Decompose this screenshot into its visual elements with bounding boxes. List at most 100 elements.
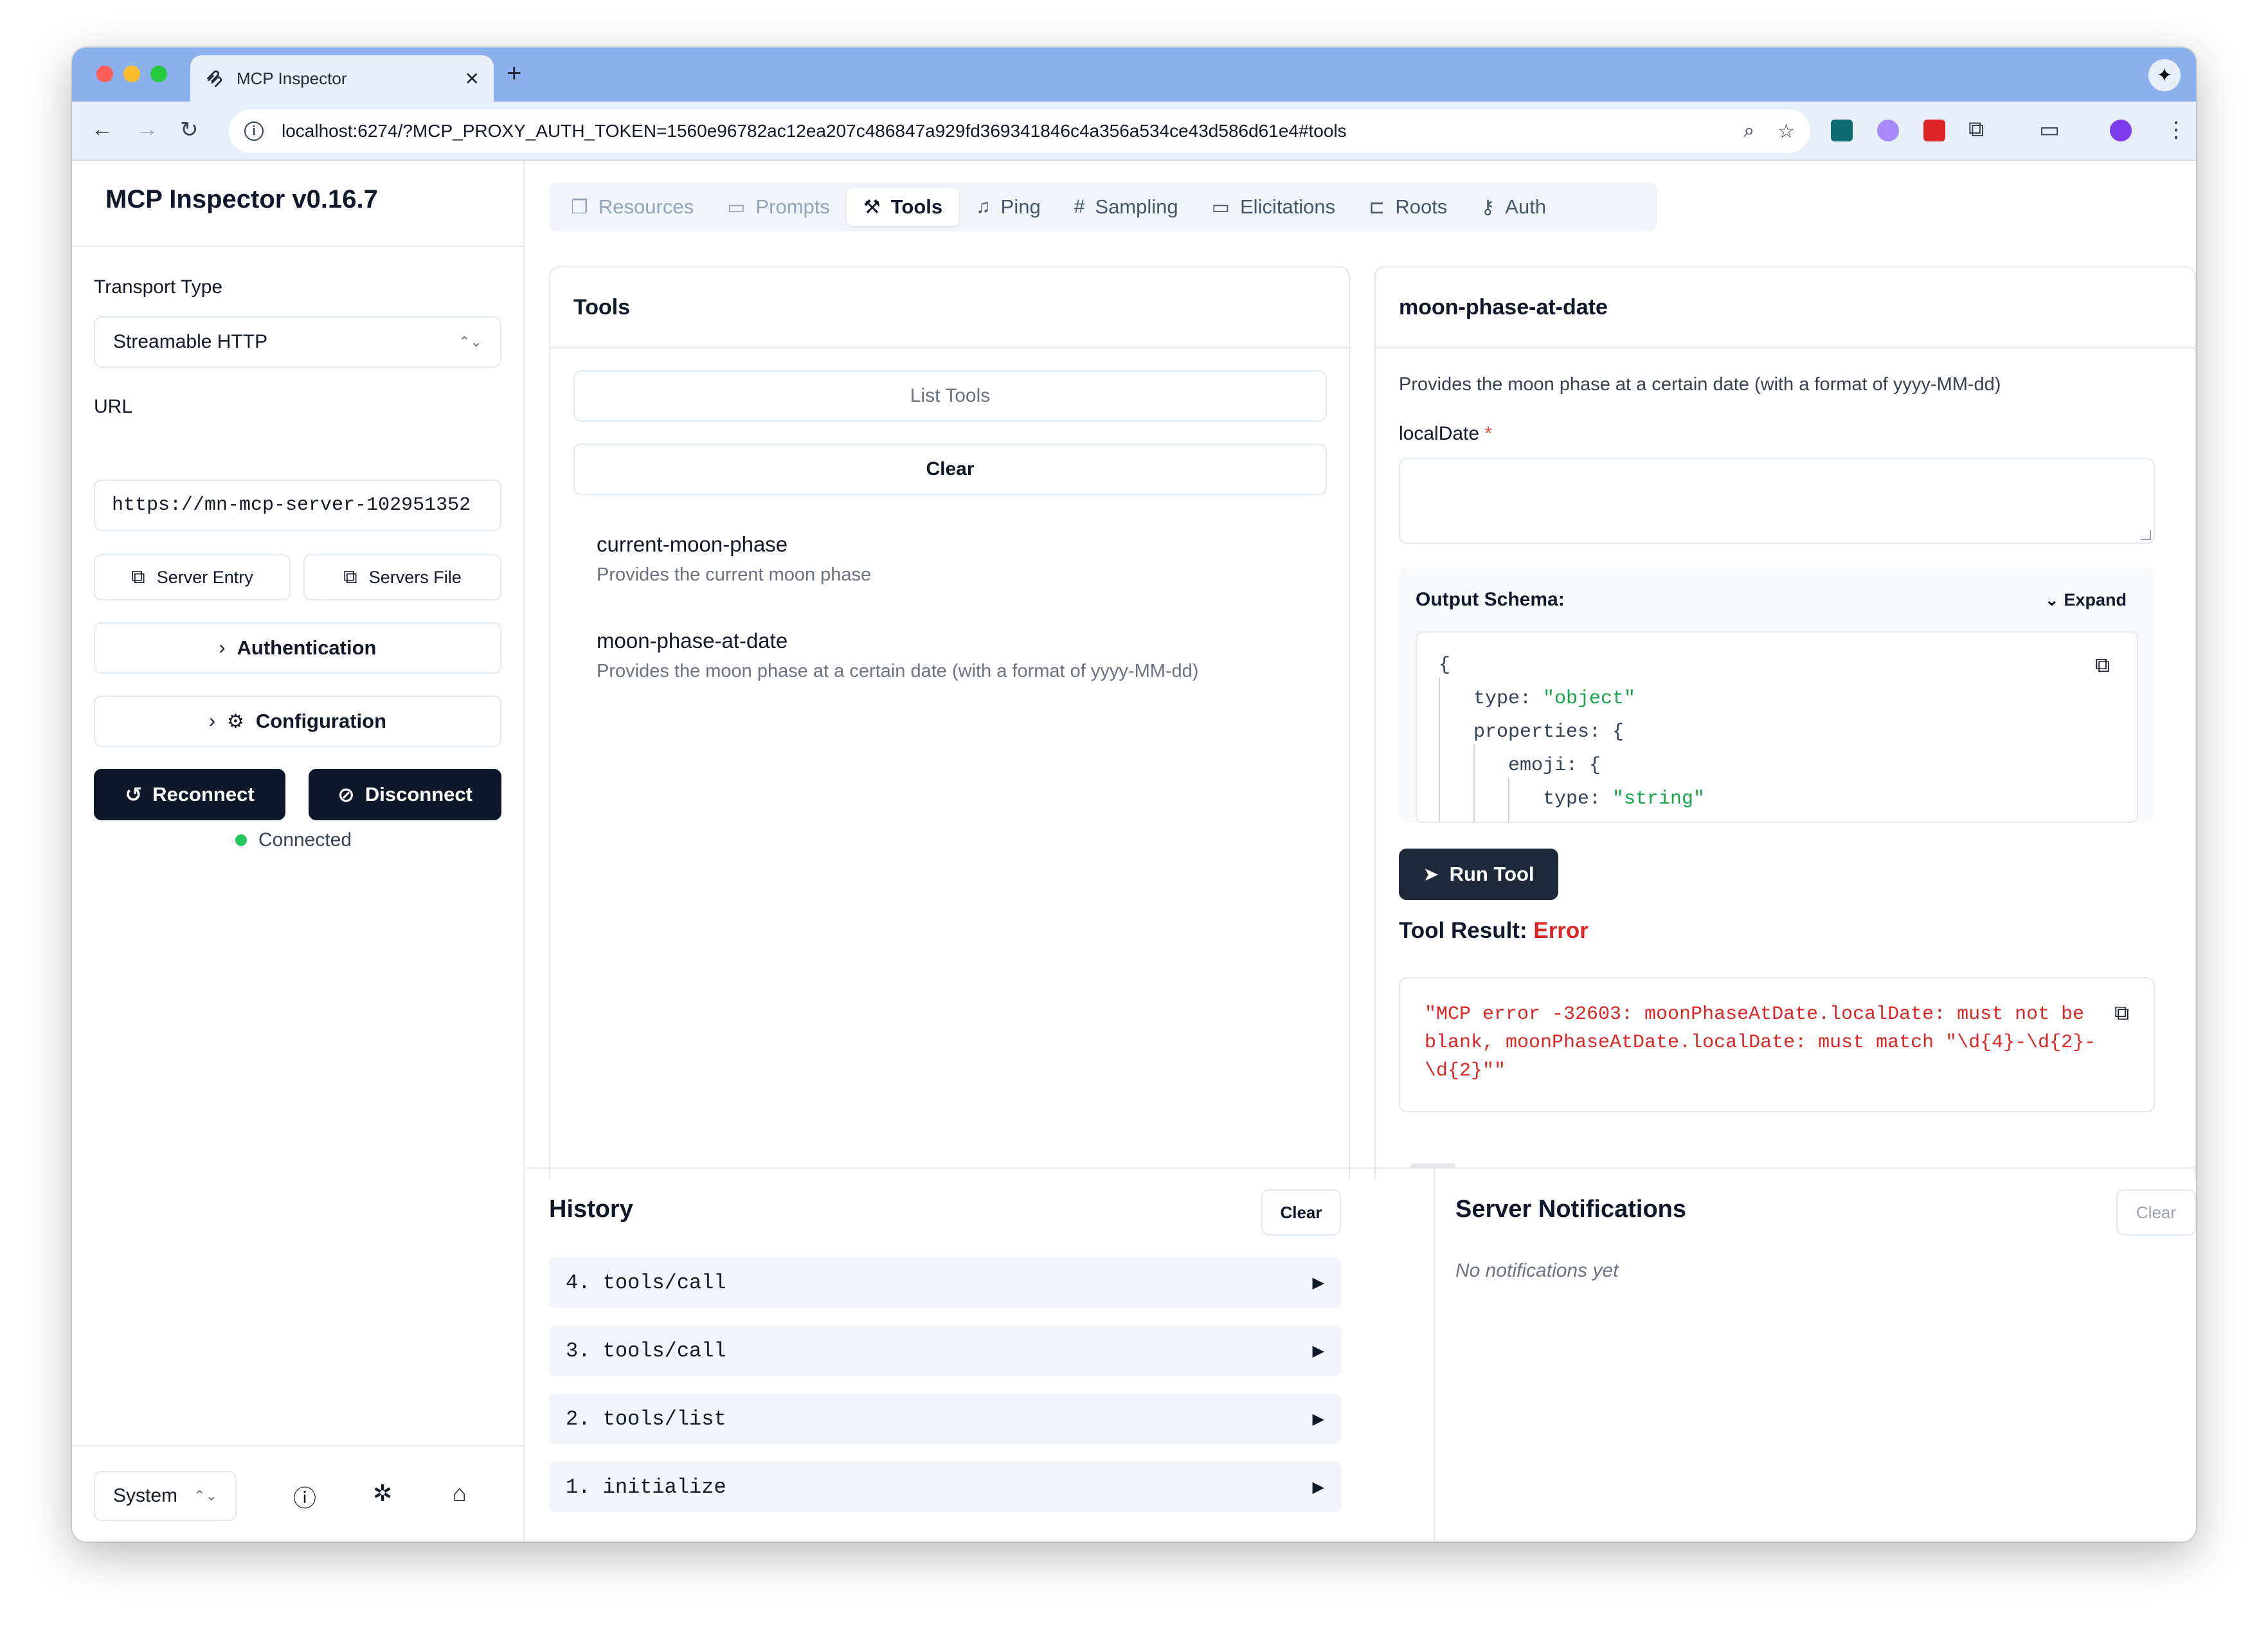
browser-toolbar: ← → ↻ i localhost:6274/?MCP_PROXY_AUTH_T… <box>72 102 2196 161</box>
history-item-label: 2. tools/list <box>566 1407 726 1431</box>
tab-sampling[interactable]: # Sampling <box>1058 188 1195 226</box>
history-item[interactable]: 3. tools/call ▶ <box>549 1326 1341 1376</box>
tab-tools[interactable]: ⚒ Tools <box>846 188 960 226</box>
sidebar: MCP Inspector v0.16.7 Transport Type Str… <box>72 161 525 1542</box>
tab-prompts[interactable]: ▭ Prompts <box>710 188 847 226</box>
theme-value: System <box>113 1485 178 1506</box>
clear-tools-button[interactable]: Clear <box>573 444 1327 495</box>
zoom-icon[interactable]: ⌕ <box>1743 120 1754 142</box>
transport-type-value: Streamable HTTP <box>113 331 268 352</box>
history-item[interactable]: 4. tools/call ▶ <box>549 1257 1341 1308</box>
profile-avatar[interactable] <box>2110 120 2132 141</box>
tool-item[interactable]: moon-phase-at-date Provides the moon pha… <box>597 629 1198 682</box>
gear-icon: ⚙ <box>226 710 244 732</box>
tool-description: Provides the current moon phase <box>597 564 872 585</box>
transport-type-select[interactable]: Streamable HTTP ⌃⌄ <box>94 316 501 368</box>
expand-button[interactable]: ⌄ Expand <box>2044 590 2127 610</box>
extension-icon[interactable] <box>1831 120 1853 141</box>
extension-icon[interactable] <box>1877 120 1899 141</box>
tool-detail-panel: moon-phase-at-date Provides the moon pha… <box>1374 266 2196 1179</box>
url-input[interactable]: https://mn-mcp-server-102951352 <box>94 480 501 531</box>
authentication-label: Authentication <box>237 636 377 659</box>
indent-guide <box>1473 744 1475 822</box>
run-tool-label: Run Tool <box>1449 863 1534 885</box>
tool-result-label-text: Tool Result: <box>1399 918 1527 943</box>
maximize-window-button[interactable] <box>150 66 167 82</box>
minimize-window-button[interactable] <box>123 66 140 82</box>
tool-result-label: Tool Result: Error <box>1399 918 1589 944</box>
browser-tab[interactable]: MCP Inspector ✕ <box>190 55 494 102</box>
tab-label: Auth <box>1505 195 1547 218</box>
chevron-right-icon: › <box>219 637 226 658</box>
tools-panel-title: Tools <box>550 267 1349 348</box>
extension-icon[interactable] <box>1923 120 1945 141</box>
address-bar-url[interactable]: localhost:6274/?MCP_PROXY_AUTH_TOKEN=156… <box>282 121 1720 141</box>
browser-window: MCP Inspector ✕ + ✦ ← → ↻ i localhost:62… <box>72 48 2196 1542</box>
resize-handle[interactable] <box>1410 1164 1455 1169</box>
tabs-bar: ❐ Resources ▭ Prompts ⚒ Tools ♫ Ping # S… <box>549 183 1657 231</box>
github-icon[interactable]: ⌂ <box>453 1480 467 1507</box>
app-title: MCP Inspector v0.16.7 <box>105 185 378 213</box>
chevron-down-icon: ⌄ <box>2044 590 2059 609</box>
tool-detail-title: moon-phase-at-date <box>1376 267 2195 348</box>
expand-triangle-icon: ▶ <box>1312 1410 1324 1428</box>
prompts-icon: ▭ <box>727 196 746 218</box>
tool-name: moon-phase-at-date <box>597 629 788 652</box>
authentication-button[interactable]: › Authentication <box>94 622 501 674</box>
forward-icon[interactable]: → <box>136 117 158 142</box>
theme-select[interactable]: System ⌃⌄ <box>94 1471 237 1521</box>
chevron-right-icon: › <box>208 710 215 732</box>
status-text: Connected <box>258 829 352 851</box>
reload-icon[interactable]: ↻ <box>180 117 199 143</box>
close-window-button[interactable] <box>96 66 113 82</box>
tool-item[interactable]: current-moon-phase Provides the current … <box>597 532 871 586</box>
tab-elicitations[interactable]: ▭ Elicitations <box>1195 188 1353 226</box>
bookmark-star-icon[interactable]: ☆ <box>1778 120 1795 143</box>
copy-icon: ⧉ <box>131 566 145 588</box>
tab-roots[interactable]: ⊏ Roots <box>1352 188 1464 226</box>
history-item[interactable]: 1. initialize ▶ <box>549 1462 1341 1512</box>
copy-icon[interactable]: ⧉ <box>2114 1000 2129 1029</box>
panel-splitter <box>526 1167 2196 1169</box>
close-tab-icon[interactable]: ✕ <box>465 68 480 89</box>
tab-label: Tools <box>890 195 943 218</box>
output-schema-section: Output Schema: ⌄ Expand { type: "object"… <box>1399 567 2155 823</box>
clear-history-button[interactable]: Clear <box>1261 1189 1341 1236</box>
menu-dots-icon[interactable]: ⋮ <box>2165 117 2187 143</box>
tab-search-icon[interactable]: ▭ <box>2039 117 2060 143</box>
app-root: MCP Inspector v0.16.7 Transport Type Str… <box>72 161 2196 1542</box>
server-entry-button[interactable]: ⧉ Server Entry <box>94 554 291 600</box>
tab-ping[interactable]: ♫ Ping <box>959 188 1058 226</box>
extensions-puzzle-icon[interactable]: ⧉ <box>1968 117 1984 142</box>
resources-icon: ❐ <box>571 196 588 218</box>
run-tool-button[interactable]: ➤ Run Tool <box>1399 849 1558 900</box>
back-icon[interactable]: ← <box>91 117 113 142</box>
help-icon[interactable]: ⓘ <box>293 1480 316 1513</box>
list-tools-button[interactable]: List Tools <box>573 370 1327 422</box>
divider <box>72 246 523 247</box>
reconnect-button[interactable]: ↺ Reconnect <box>94 769 285 820</box>
chevron-updown-icon: ⌃⌄ <box>194 1488 217 1504</box>
configuration-button[interactable]: › ⚙ Configuration <box>94 696 501 747</box>
site-info-icon[interactable]: i <box>244 122 264 141</box>
tools-icon: ⚒ <box>863 196 881 218</box>
tool-result-output: "MCP error -32603: moonPhaseAtDate.local… <box>1399 977 2155 1112</box>
tab-label: Ping <box>1000 195 1041 218</box>
disconnect-label: Disconnect <box>364 783 473 806</box>
address-bar[interactable]: i localhost:6274/?MCP_PROXY_AUTH_TOKEN=1… <box>229 109 1810 153</box>
history-item[interactable]: 2. tools/list ▶ <box>549 1394 1341 1444</box>
disconnect-button[interactable]: ⊘ Disconnect <box>309 769 501 820</box>
clear-notifications-button[interactable]: Clear <box>2116 1189 2196 1236</box>
expand-triangle-icon: ▶ <box>1312 1342 1324 1360</box>
servers-file-button[interactable]: ⧉ Servers File <box>303 554 501 600</box>
tab-resources[interactable]: ❐ Resources <box>554 188 710 226</box>
servers-file-label: Servers File <box>368 567 462 587</box>
localdate-input[interactable] <box>1399 458 2155 544</box>
url-label: URL <box>94 396 133 417</box>
tab-auth[interactable]: ⚷ Auth <box>1464 188 1563 226</box>
expand-triangle-icon: ▶ <box>1312 1274 1324 1292</box>
bug-icon[interactable]: ✲ <box>373 1480 392 1507</box>
new-tab-button[interactable]: + <box>507 59 521 88</box>
gemini-icon[interactable]: ✦ <box>2148 59 2181 91</box>
copy-icon[interactable]: ⧉ <box>2095 654 2110 678</box>
